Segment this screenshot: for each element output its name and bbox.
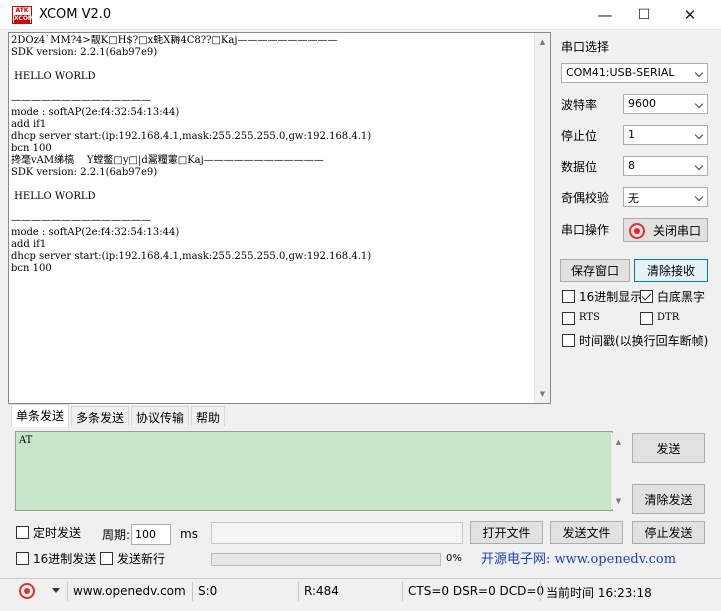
send-text: AT [19, 435, 33, 446]
close-port-label: 关闭串口 [653, 223, 702, 238]
timestamp-label: 时间戳(以换行回车断帧) [579, 334, 709, 348]
receive-text: 2DOz4`MM?4>靓K□H$?□x蚝X耨4C8??□Kaj—————————… [11, 35, 372, 274]
title-bar: ATK XCOM XCOM V2.0 — ☐ ✕ [0, 0, 721, 30]
maximize-button[interactable]: ☐ [621, 0, 667, 30]
stop-bits-select[interactable]: 1 [623, 125, 708, 145]
status-bar: www.openedv.com S:0 R:484 CTS=0 DSR=0 DC… [0, 578, 721, 603]
stop-bits-label: 停止位 [561, 129, 598, 143]
white-bg-label: 白底黑字 [657, 290, 706, 304]
scroll-down-icon[interactable]: ▼ [535, 385, 550, 402]
status-site[interactable]: www.openedv.com [73, 584, 186, 598]
send-progress-bar [211, 553, 441, 566]
save-window-button[interactable]: 保存窗口 [560, 259, 630, 282]
timed-send-checkbox[interactable] [16, 526, 29, 539]
scroll-up-icon[interactable]: ▲ [535, 33, 550, 50]
chevron-down-icon [694, 68, 704, 78]
close-button[interactable]: ✕ [667, 0, 713, 30]
receive-scrollbar[interactable]: ▲ ▼ [534, 33, 550, 403]
chevron-down-icon [694, 192, 704, 202]
send-input[interactable]: AT ▲ ▼ [15, 431, 627, 511]
status-received-count: R:484 [304, 584, 339, 598]
parity-value: 无 [628, 192, 639, 205]
send-progress-text: 0% [446, 553, 462, 564]
baud-label: 波特率 [561, 98, 598, 112]
logo-top-text: ATK [15, 7, 29, 14]
timed-send-label: 定时发送 [33, 526, 82, 540]
open-file-button[interactable]: 打开文件 [470, 521, 543, 544]
period-label: 周期: [102, 528, 131, 542]
status-led-icon [629, 223, 645, 239]
stop-send-button[interactable]: 停止发送 [632, 521, 705, 544]
scroll-down-icon[interactable]: ▼ [611, 492, 626, 509]
dtr-checkbox[interactable] [640, 312, 653, 325]
send-newline-label: 发送新行 [117, 552, 166, 566]
hex-display-checkbox[interactable] [562, 290, 575, 303]
data-bits-value: 8 [628, 159, 635, 172]
send-button[interactable]: 发送 [632, 433, 705, 463]
parity-label: 奇偶校验 [561, 191, 610, 205]
record-icon[interactable] [19, 583, 35, 599]
chevron-down-icon [694, 130, 704, 140]
port-select[interactable]: COM41:USB-SERIAL [561, 63, 708, 83]
tab-single-send[interactable]: 单条发送 [11, 404, 70, 427]
hex-send-label: 16进制发送 [33, 552, 97, 566]
file-path-field[interactable] [211, 522, 463, 544]
tab-help[interactable]: 帮助 [191, 406, 226, 426]
chevron-down-icon [694, 99, 704, 109]
window-title: XCOM V2.0 [39, 7, 112, 22]
logo-bottom-text: XCOM [14, 15, 34, 23]
dropdown-arrow-icon[interactable] [52, 588, 60, 593]
rts-checkbox[interactable] [562, 312, 575, 325]
status-time: 当前时间 16:23:18 [546, 586, 652, 600]
dtr-label: DTR [657, 312, 680, 323]
receive-area[interactable]: 2DOz4`MM?4>靓K□H$?□x蚝X耨4C8??□Kaj—————————… [8, 32, 551, 404]
timestamp-checkbox[interactable] [562, 334, 575, 347]
chevron-down-icon [694, 161, 704, 171]
period-unit: ms [180, 527, 198, 541]
tab-protocol[interactable]: 协议传输 [131, 406, 190, 426]
port-op-label: 串口操作 [561, 223, 610, 237]
stop-bits-value: 1 [628, 128, 635, 141]
send-file-button[interactable]: 发送文件 [550, 521, 623, 544]
parity-select[interactable]: 无 [623, 187, 708, 207]
send-scrollbar[interactable]: ▲ ▼ [611, 433, 627, 509]
baud-value: 9600 [628, 97, 656, 110]
status-sent-count: S:0 [198, 584, 218, 598]
close-port-button[interactable]: 关闭串口 [623, 218, 708, 242]
clear-send-button[interactable]: 清除发送 [632, 484, 705, 514]
data-bits-label: 数据位 [561, 160, 598, 174]
hex-display-label: 16进制显示 [579, 290, 643, 304]
white-bg-checkbox[interactable] [640, 290, 653, 303]
tab-multi-send[interactable]: 多条发送 [71, 406, 130, 426]
port-value: COM41:USB-SERIAL [566, 66, 675, 79]
openedv-link[interactable]: 开源电子网: www.openedv.com [481, 548, 676, 567]
port-label: 串口选择 [561, 40, 610, 54]
clear-receive-button[interactable]: 清除接收 [634, 259, 708, 282]
rts-label: RTS [579, 312, 600, 323]
scroll-up-icon[interactable]: ▲ [611, 433, 626, 450]
period-input[interactable]: 100 [131, 524, 171, 545]
baud-select[interactable]: 9600 [623, 94, 708, 114]
send-newline-checkbox[interactable] [100, 552, 113, 565]
app-logo: ATK XCOM [12, 6, 34, 24]
data-bits-select[interactable]: 8 [623, 156, 708, 176]
status-lines: CTS=0 DSR=0 DCD=0 [408, 584, 545, 598]
hex-send-checkbox[interactable] [16, 552, 29, 565]
